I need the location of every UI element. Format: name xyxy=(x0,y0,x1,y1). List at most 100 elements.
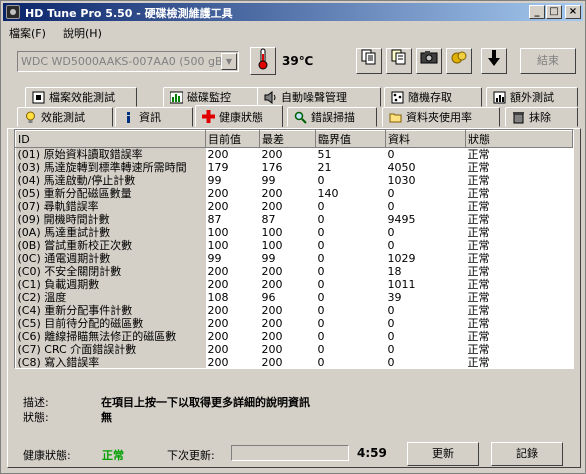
table-cell: 1030 xyxy=(387,174,416,187)
tab-label: 資料夾使用率 xyxy=(406,111,472,124)
copy-all-icon[interactable] xyxy=(386,48,412,74)
menu-help[interactable]: 說明(H) xyxy=(63,25,102,41)
table-cell: 正常 xyxy=(467,213,490,226)
table-cell: 0 xyxy=(317,291,325,304)
table-row[interactable]: (C6) 離線掃瞄無法修正的磁區數 200 200 0 0 正常 xyxy=(15,330,573,343)
arrow-down-icon[interactable] xyxy=(481,48,507,74)
table-cell: 正常 xyxy=(467,200,490,213)
table-cell: 200 xyxy=(261,317,283,330)
table-row[interactable]: (C7) CRC 介面錯誤計數 200 200 0 0 正常 xyxy=(15,343,573,356)
table-cell: (0C) 通電週期計數 xyxy=(15,252,206,265)
table-row[interactable]: (05) 重新分配磁區數量 200 200 140 0 正常 xyxy=(15,187,573,200)
tab-health[interactable]: 健康狀態 xyxy=(195,105,283,127)
table-cell: 18 xyxy=(387,265,402,278)
tab-aam[interactable]: 自動噪聲管理 xyxy=(257,87,381,107)
table-row[interactable]: (07) 尋軌錯誤率 200 200 0 0 正常 xyxy=(15,200,573,213)
thermometer-icon[interactable] xyxy=(250,47,276,75)
tab-label: 健康狀態 xyxy=(219,111,263,124)
table-cell: 0 xyxy=(317,174,325,187)
tab-folder-usage[interactable]: 資料夾使用率 xyxy=(382,107,500,127)
tab-file-benchmark[interactable]: 檔案效能測試 xyxy=(25,87,137,107)
table-cell: 87 xyxy=(261,213,276,226)
smart-table[interactable]: ID 目前值 最差 臨界值 資料 狀態 (01) 原始資料讀取錯誤率 200 200… xyxy=(14,129,574,369)
table-row[interactable]: (C8) 寫入錯誤率 200 200 0 0 正常 xyxy=(15,356,573,369)
table-cell: 0 xyxy=(317,200,325,213)
title-bar: HD Tune Pro 5.50 - 硬碟檢測維護工具 _ □ × xyxy=(3,3,583,21)
table-cell: 0 xyxy=(387,148,395,161)
table-cell: (C2) 溫度 xyxy=(15,291,206,304)
table-row[interactable]: (0C) 通電週期計數 99 99 0 1029 正常 xyxy=(15,252,573,265)
table-cell: 200 xyxy=(261,356,283,369)
table-cell: 21 xyxy=(317,161,332,174)
table-cell: 140 xyxy=(317,187,339,200)
maximize-button[interactable]: □ xyxy=(546,5,562,19)
table-row[interactable]: (C2) 溫度 108 96 0 39 正常 xyxy=(15,291,573,304)
close-button[interactable]: × xyxy=(565,5,581,19)
column-header[interactable]: 臨界值 xyxy=(315,130,386,148)
table-cell: 100 xyxy=(261,226,283,239)
chevron-down-icon[interactable]: ▼ xyxy=(221,53,237,70)
table-row[interactable]: (04) 馬達啟動/停止計數 99 99 0 1030 正常 xyxy=(15,174,573,187)
column-header[interactable]: 狀態 xyxy=(465,130,573,148)
minimize-button[interactable]: _ xyxy=(529,5,545,19)
table-cell: 0 xyxy=(387,226,395,239)
column-header[interactable]: 目前值 xyxy=(205,130,260,148)
table-cell: 0 xyxy=(317,343,325,356)
tab-label: 抹除 xyxy=(529,111,551,124)
table-cell: 108 xyxy=(207,291,229,304)
table-cell: 87 xyxy=(207,213,222,226)
table-cell: 0 xyxy=(317,213,325,226)
table-cell: (01) 原始資料讀取錯誤率 xyxy=(15,147,206,161)
tab-extra-tests[interactable]: 額外測試 xyxy=(486,87,578,107)
tab-error-scan[interactable]: 錯誤掃描 xyxy=(287,107,377,127)
tab-label: 隨機存取 xyxy=(408,91,452,104)
refresh-button[interactable]: 更新 xyxy=(407,442,479,466)
exit-button[interactable]: 結束 xyxy=(520,48,576,74)
tab-info[interactable]: 資訊 xyxy=(115,107,193,127)
table-cell: 1029 xyxy=(387,252,416,265)
table-row[interactable]: (01) 原始資料讀取錯誤率 200 200 51 0 正常 xyxy=(15,147,573,161)
table-row[interactable]: (C5) 目前待分配的磁區數 200 200 0 0 正常 xyxy=(15,317,573,330)
tab-disk-monitor[interactable]: 磁碟監控 xyxy=(163,87,267,107)
table-row[interactable]: (C1) 負載週期數 200 200 0 1011 正常 xyxy=(15,278,573,291)
description-value: 在項目上按一下以取得更多詳細的說明資訊 xyxy=(101,396,310,409)
health-status-label: 健康狀態: xyxy=(23,449,71,462)
column-header[interactable]: 資料 xyxy=(385,130,466,148)
camera-icon[interactable] xyxy=(416,48,442,74)
drive-select[interactable]: WDC WD5000AAKS-007AA0 (500 gB) ▼ xyxy=(17,51,239,72)
table-cell: 200 xyxy=(261,278,283,291)
table-cell: (0B) 嘗試重新校正次數 xyxy=(15,239,206,252)
table-row[interactable]: (C0) 不安全關閉計數 200 200 0 18 正常 xyxy=(15,265,573,278)
drive-select-value: WDC WD5000AAKS-007AA0 (500 gB) xyxy=(21,55,227,68)
column-header[interactable]: 最差 xyxy=(259,130,316,148)
table-row[interactable]: (09) 開機時間計數 87 87 0 9495 正常 xyxy=(15,213,573,226)
table-cell: 正常 xyxy=(467,330,490,343)
table-row[interactable]: (03) 馬達旋轉到標準轉速所需時間 179 176 21 4050 正常 xyxy=(15,161,573,174)
tab-benchmark[interactable]: 效能測試 xyxy=(17,107,113,127)
options-icon[interactable] xyxy=(446,48,472,74)
table-row[interactable]: (0B) 嘗試重新校正次數 100 100 0 0 正常 xyxy=(15,239,573,252)
copy-info-icon[interactable] xyxy=(356,48,382,74)
table-cell: 4050 xyxy=(387,161,416,174)
tab-erase[interactable]: 抹除 xyxy=(505,107,578,127)
table-cell: (C4) 重新分配事件計數 xyxy=(15,304,206,317)
table-cell: 200 xyxy=(261,304,283,317)
column-header[interactable]: ID xyxy=(15,130,206,148)
table-header-row: ID 目前值 最差 臨界值 資料 狀態 xyxy=(15,130,573,148)
table-row[interactable]: (C4) 重新分配事件計數 200 200 0 0 正常 xyxy=(15,304,573,317)
table-row[interactable]: (0A) 馬達重試計數 100 100 0 0 正常 xyxy=(15,226,573,239)
table-cell: 96 xyxy=(261,291,276,304)
table-cell: (03) 馬達旋轉到標準轉速所需時間 xyxy=(15,161,206,174)
log-button[interactable]: 記錄 xyxy=(491,442,563,466)
table-cell: 0 xyxy=(387,200,395,213)
table-cell: 0 xyxy=(317,278,325,291)
health-status-value: 正常 xyxy=(102,449,124,462)
table-cell: (C0) 不安全關閉計數 xyxy=(15,265,206,278)
table-cell: 200 xyxy=(207,304,229,317)
tab-random-access[interactable]: 隨機存取 xyxy=(384,87,482,107)
table-cell: 0 xyxy=(317,265,325,278)
disk-monitor-icon xyxy=(169,91,184,104)
table-cell: 200 xyxy=(207,187,229,200)
menu-file[interactable]: 檔案(F) xyxy=(9,25,46,41)
table-cell: 99 xyxy=(207,174,222,187)
